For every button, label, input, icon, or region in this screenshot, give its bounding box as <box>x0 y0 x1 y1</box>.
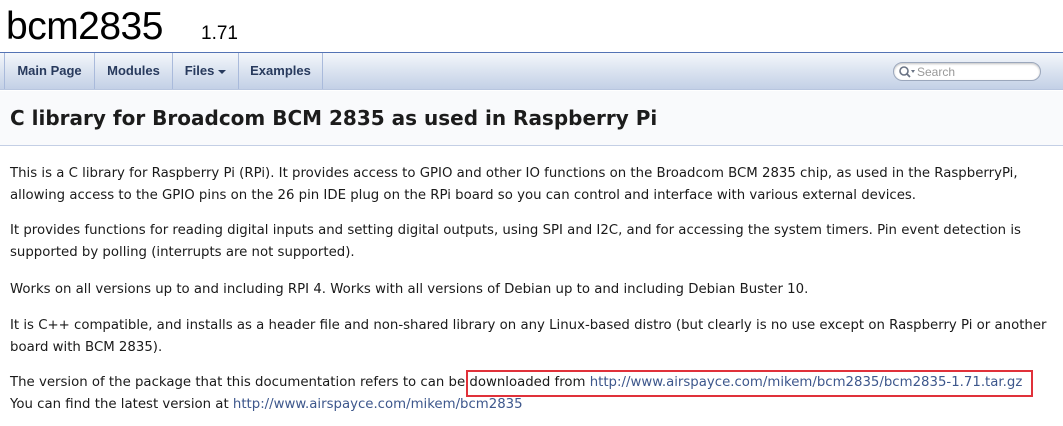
nav-examples-label: Examples <box>250 63 311 78</box>
title-area: bcm2835 1.71 <box>0 0 1063 53</box>
nav-examples[interactable]: Examples <box>239 53 323 89</box>
highlight-box <box>466 370 1033 397</box>
paragraph-latest: You can find the latest version at http:… <box>10 394 1055 416</box>
paragraph-intro: This is a C library for Raspberry Pi (RP… <box>10 166 1018 203</box>
page-header: C library for Broadcom BCM 2835 as used … <box>0 91 1063 146</box>
chevron-down-icon <box>218 69 227 74</box>
search-box[interactable] <box>893 62 1041 81</box>
search-icon[interactable] <box>898 65 916 79</box>
search-input[interactable] <box>917 64 1032 79</box>
nav-modules-label: Modules <box>107 63 160 78</box>
download-text: The version of the package that this doc… <box>10 375 470 390</box>
nav-main-page-label: Main Page <box>17 63 82 78</box>
latest-version-link[interactable]: http://www.airspayce.com/mikem/bcm2835 <box>233 397 523 412</box>
project-name: bcm2835 <box>6 5 163 48</box>
paragraph-compatibility: It is C++ compatible, and installs as a … <box>10 318 1047 355</box>
nav-main-page[interactable]: Main Page <box>4 53 95 89</box>
paragraph-functions: It provides functions for reading digita… <box>10 223 1021 260</box>
nav-modules[interactable]: Modules <box>95 53 173 89</box>
latest-text: You can find the latest version at <box>10 397 233 412</box>
project-number: 1.71 <box>201 23 238 44</box>
nav-files-label: Files <box>184 63 215 78</box>
nav-files[interactable]: Files <box>173 53 239 89</box>
paragraph-versions: Works on all versions up to and includin… <box>10 282 809 297</box>
page-title: C library for Broadcom BCM 2835 as used … <box>10 106 658 130</box>
